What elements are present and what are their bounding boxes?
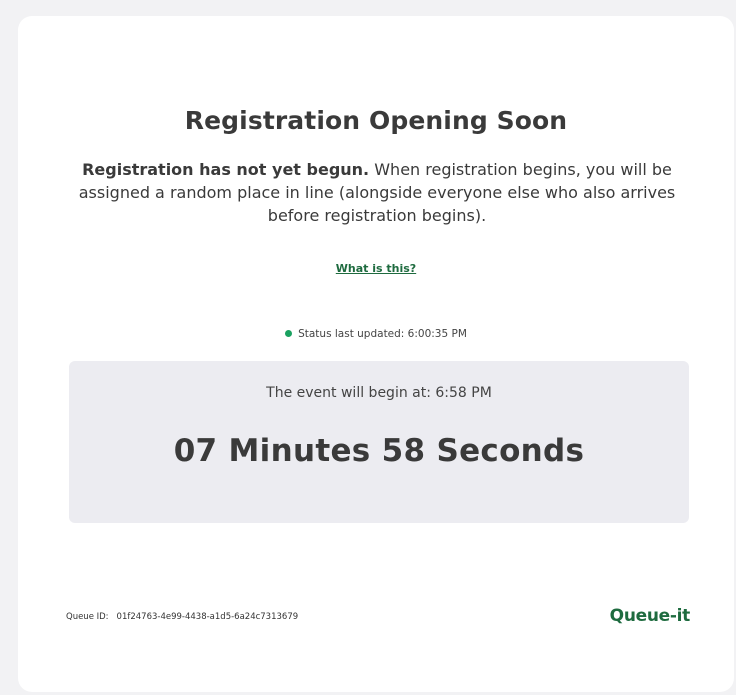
page-title: Registration Opening Soon [184, 106, 568, 135]
queue-it-logo: Queue-it [609, 606, 691, 626]
description-bold: Registration has not yet begun. [82, 160, 370, 179]
queue-id: Queue ID: 01f24763-4e99-4438-a1d5-6a24c73… [66, 612, 298, 622]
what-is-this-link[interactable]: What is this? [18, 262, 734, 275]
countdown-panel: The event will begin at: 6:58 PM 07 Minu… [69, 361, 689, 523]
queue-card: Registration Opening Soon Registration h… [18, 16, 734, 692]
queue-id-label: Queue ID: [66, 612, 109, 622]
countdown-timer: 07 Minutes 58 Seconds [173, 433, 585, 469]
status-dot-icon [285, 330, 293, 337]
status-line: Status last updated: 6:00:35 PM [18, 328, 734, 340]
status-text: Status last updated: 6:00:35 PM [298, 328, 467, 340]
registration-description: Registration has not yet begun. When reg… [62, 158, 692, 227]
queue-id-value: 01f24763-4e99-4438-a1d5-6a24c7313679 [116, 612, 299, 622]
event-begin-time: The event will begin at: 6:58 PM [266, 385, 492, 401]
